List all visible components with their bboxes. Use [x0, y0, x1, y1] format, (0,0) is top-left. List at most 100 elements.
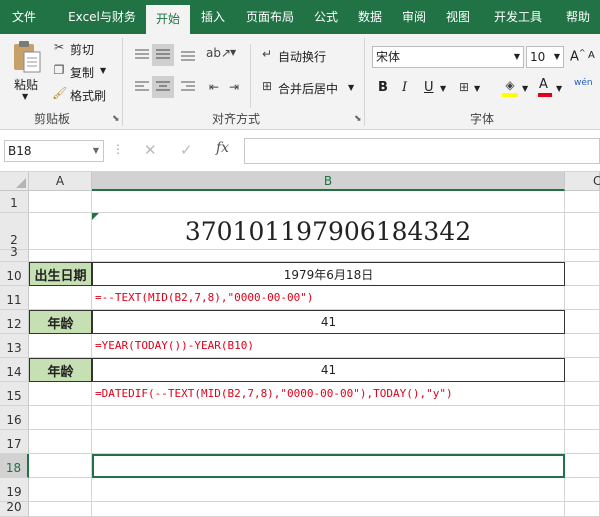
align-right-icon[interactable]: [178, 78, 198, 96]
cell-c13[interactable]: [565, 334, 600, 358]
tab-view[interactable]: 视图: [440, 0, 476, 34]
tab-file[interactable]: 文件: [4, 0, 44, 34]
font-color-button[interactable]: A: [536, 76, 554, 98]
column-header-c[interactable]: C: [565, 172, 600, 191]
fill-color-button[interactable]: ◈: [500, 76, 520, 98]
row-header[interactable]: 3: [0, 245, 29, 262]
decrease-indent-icon[interactable]: ⇤: [206, 80, 222, 94]
tab-insert[interactable]: 插入: [194, 0, 232, 34]
copy-button[interactable]: ❐ 复制 ▼: [52, 63, 112, 81]
cell-c19[interactable]: [565, 478, 600, 502]
row-header[interactable]: 10: [0, 262, 29, 286]
row-header[interactable]: 11: [0, 286, 29, 310]
chevron-down-icon[interactable]: ▼: [230, 48, 236, 57]
tab-excel-finance[interactable]: Excel与财务: [62, 0, 142, 34]
tab-data[interactable]: 数据: [352, 0, 388, 34]
cell-b20[interactable]: [92, 502, 565, 517]
cell-a3[interactable]: [29, 250, 92, 262]
cell-c11[interactable]: [565, 286, 600, 310]
row-header[interactable]: 12: [0, 310, 29, 334]
cell-a1[interactable]: [29, 191, 92, 213]
cell-b12[interactable]: 41: [92, 310, 565, 334]
tab-formulas[interactable]: 公式: [308, 0, 344, 34]
cell-b13[interactable]: =YEAR(TODAY())-YEAR(B10): [92, 334, 565, 358]
cell-b16[interactable]: [92, 406, 565, 430]
cell-c3[interactable]: [565, 250, 600, 262]
merge-center-button[interactable]: ⊞ 合并后居中 ▼: [258, 78, 358, 98]
cell-b2[interactable]: 370101197906184342: [92, 213, 565, 250]
format-painter-button[interactable]: 🖌 格式刷: [52, 86, 112, 104]
chevron-down-icon[interactable]: ▼: [556, 84, 562, 93]
cell-b15[interactable]: =DATEDIF(--TEXT(MID(B2,7,8),"0000-00-00"…: [92, 382, 565, 406]
cell-b18-selected[interactable]: [92, 454, 565, 478]
cell-c14[interactable]: [565, 358, 600, 382]
cell-b19[interactable]: [92, 478, 565, 502]
shrink-font-icon[interactable]: A: [588, 50, 595, 61]
row-header[interactable]: 16: [0, 406, 29, 430]
align-left-icon[interactable]: [132, 78, 152, 96]
cell-c17[interactable]: [565, 430, 600, 454]
bold-button[interactable]: B: [378, 80, 388, 95]
grow-font-icon[interactable]: A^: [570, 48, 586, 64]
row-header[interactable]: 14: [0, 358, 29, 382]
cancel-icon[interactable]: ✕: [144, 141, 157, 159]
row-header[interactable]: 13: [0, 334, 29, 358]
cell-a14[interactable]: 年龄: [29, 358, 92, 382]
cell-a13[interactable]: [29, 334, 92, 358]
orientation-icon[interactable]: ab↗: [206, 46, 231, 60]
row-header[interactable]: 19: [0, 478, 29, 502]
cell-c15[interactable]: [565, 382, 600, 406]
cell-b17[interactable]: [92, 430, 565, 454]
cell-a17[interactable]: [29, 430, 92, 454]
cell-c1[interactable]: [565, 191, 600, 213]
select-all-corner[interactable]: [0, 172, 29, 191]
cell-b10[interactable]: 1979年6月18日: [92, 262, 565, 286]
font-name-select[interactable]: 宋体 ▼: [372, 46, 524, 68]
formula-input[interactable]: [244, 138, 600, 164]
row-header[interactable]: 1: [0, 191, 29, 213]
cell-a16[interactable]: [29, 406, 92, 430]
cell-a19[interactable]: [29, 478, 92, 502]
paste-button[interactable]: 粘贴 ▼: [8, 38, 46, 106]
name-box[interactable]: B18 ▼: [4, 140, 104, 162]
cell-b3[interactable]: [92, 250, 565, 262]
cell-a18[interactable]: [29, 454, 92, 478]
align-top-icon[interactable]: [132, 46, 152, 64]
phonetic-guide-icon[interactable]: wén: [574, 78, 593, 88]
tab-developer[interactable]: 开发工具: [486, 0, 550, 34]
increase-indent-icon[interactable]: ⇥: [226, 80, 242, 94]
align-bottom-icon[interactable]: [178, 46, 198, 64]
italic-button[interactable]: I: [402, 80, 407, 95]
cell-a15[interactable]: [29, 382, 92, 406]
more-options-icon[interactable]: ⋮: [112, 142, 124, 156]
cut-button[interactable]: ✂ 剪切: [52, 40, 108, 58]
cell-c2[interactable]: [565, 213, 600, 250]
cell-a2[interactable]: [29, 213, 92, 250]
row-header[interactable]: 17: [0, 430, 29, 454]
tab-help[interactable]: 帮助: [558, 0, 598, 34]
cell-c16[interactable]: [565, 406, 600, 430]
align-middle-icon[interactable]: [152, 44, 174, 66]
cell-a12[interactable]: 年龄: [29, 310, 92, 334]
row-header[interactable]: 18: [0, 454, 29, 478]
underline-button[interactable]: U: [424, 80, 434, 95]
cell-c20[interactable]: [565, 502, 600, 517]
wrap-text-button[interactable]: ↵ 自动换行: [258, 46, 348, 66]
column-header-b[interactable]: B: [92, 172, 565, 191]
cell-a11[interactable]: [29, 286, 92, 310]
tab-home[interactable]: 开始: [146, 5, 190, 34]
row-header[interactable]: 15: [0, 382, 29, 406]
cell-c10[interactable]: [565, 262, 600, 286]
insert-function-button[interactable]: fx: [216, 140, 229, 156]
cell-a20[interactable]: [29, 502, 92, 517]
row-header[interactable]: 20: [0, 500, 29, 517]
cell-a10[interactable]: 出生日期: [29, 262, 92, 286]
align-center-icon[interactable]: [152, 76, 174, 98]
cell-b11[interactable]: =--TEXT(MID(B2,7,8),"0000-00-00"): [92, 286, 565, 310]
font-size-select[interactable]: 10 ▼: [526, 46, 564, 68]
cell-c18[interactable]: [565, 454, 600, 478]
enter-icon[interactable]: ✓: [180, 141, 193, 159]
chevron-down-icon[interactable]: ▼: [522, 84, 528, 93]
tab-page-layout[interactable]: 页面布局: [240, 0, 300, 34]
chevron-down-icon[interactable]: ▼: [440, 84, 446, 93]
